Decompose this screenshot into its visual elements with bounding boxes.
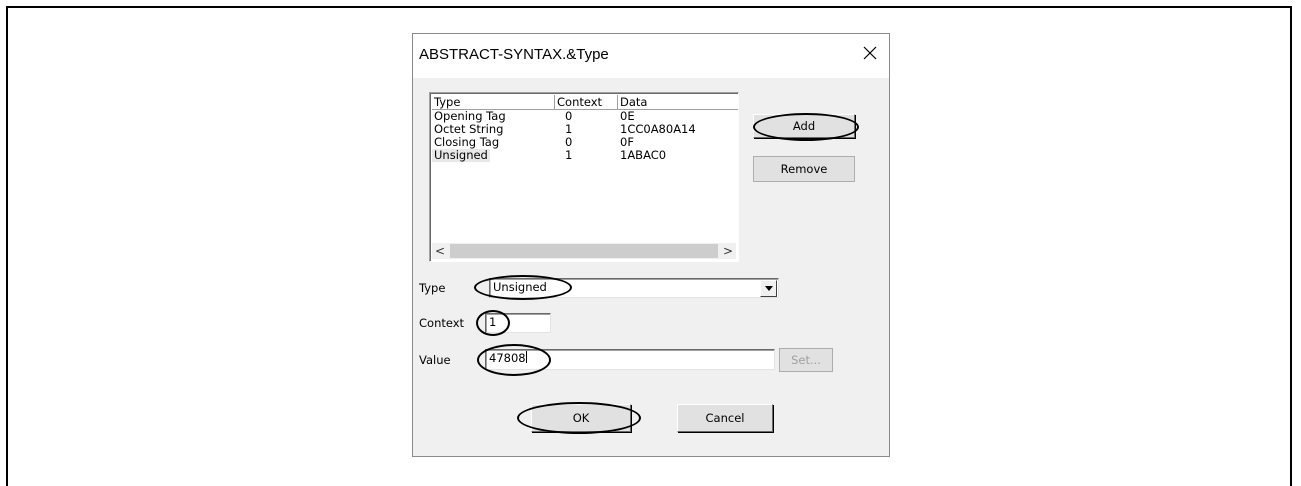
- context-field[interactable]: 1: [485, 313, 551, 333]
- add-button[interactable]: Add: [753, 114, 855, 138]
- close-icon: [863, 46, 877, 60]
- context-value: 1: [489, 315, 497, 329]
- listview-rows: Opening Tag 0 0E Octet String 1 1CC0A80A…: [432, 110, 738, 162]
- scroll-left-icon[interactable]: <: [432, 243, 448, 259]
- context-label: Context: [419, 316, 465, 330]
- text-cursor: [525, 351, 527, 363]
- remove-button[interactable]: Remove: [753, 156, 855, 182]
- window-title: ABSTRACT-SYNTAX.&Type: [419, 46, 609, 63]
- column-header-context[interactable]: Context: [555, 95, 618, 110]
- value-text: 47808: [489, 351, 526, 365]
- scroll-right-icon[interactable]: >: [720, 243, 736, 259]
- ok-button[interactable]: OK: [531, 404, 631, 432]
- type-dropdown-value: Unsigned: [493, 280, 547, 294]
- cell-context: 1: [565, 148, 573, 162]
- close-button[interactable]: [859, 42, 881, 64]
- horizontal-scrollbar[interactable]: < >: [432, 243, 736, 259]
- abstract-syntax-dialog: ABSTRACT-SYNTAX.&Type Type Context Data …: [412, 33, 890, 457]
- set-button[interactable]: Set...: [779, 348, 833, 372]
- type-label: Type: [419, 281, 446, 295]
- value-field[interactable]: 47808: [485, 349, 775, 370]
- cell-data: 1ABAC0: [620, 148, 667, 162]
- title-bar: ABSTRACT-SYNTAX.&Type: [413, 34, 889, 78]
- type-data-listview[interactable]: Type Context Data Opening Tag 0 0E Octet…: [429, 92, 739, 262]
- chevron-down-icon: [764, 286, 773, 291]
- column-header-type[interactable]: Type: [432, 95, 555, 110]
- cell-type: Unsigned: [432, 148, 490, 162]
- scrollbar-thumb[interactable]: [450, 244, 718, 258]
- value-label: Value: [419, 353, 451, 367]
- column-header-data[interactable]: Data: [618, 95, 738, 110]
- cancel-button[interactable]: Cancel: [677, 404, 773, 432]
- list-item-selected[interactable]: Unsigned 1 1ABAC0: [432, 149, 738, 162]
- type-dropdown[interactable]: Unsigned: [489, 278, 779, 298]
- dropdown-button[interactable]: [760, 280, 777, 297]
